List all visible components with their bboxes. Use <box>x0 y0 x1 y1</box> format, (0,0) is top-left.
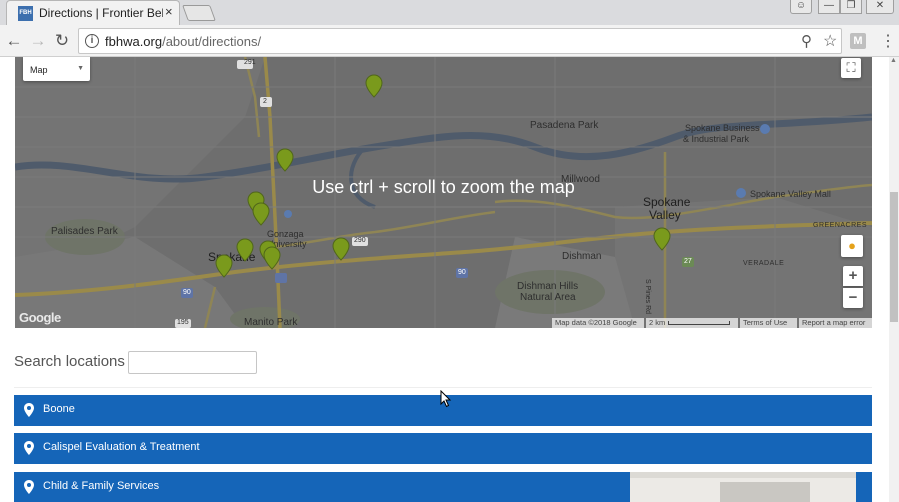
close-window-button[interactable]: ✕ <box>866 0 894 14</box>
tab-title: Directions | Frontier Behavioral Health <box>39 6 163 20</box>
map-scale-label: 2 km <box>649 318 666 327</box>
location-label: Boone <box>43 403 75 415</box>
divider <box>14 387 872 388</box>
url-path: /about/directions/ <box>162 34 262 49</box>
zoom-in-button[interactable]: + <box>843 266 863 286</box>
location-marker <box>276 148 294 172</box>
site-favicon-icon: FBH <box>18 6 33 21</box>
menu-dots-icon[interactable]: ⋮ <box>880 31 896 51</box>
browser-title-bar: FBH Directions | Frontier Behavioral Hea… <box>0 0 899 25</box>
search-locations-input[interactable] <box>128 351 257 374</box>
browser-tab[interactable]: FBH Directions | Frontier Behavioral Hea… <box>6 0 180 25</box>
location-marker <box>332 237 350 261</box>
map[interactable]: 291 2 290 90 90 27 195 Pasadena Park Spo… <box>15 57 872 328</box>
tab-close-icon[interactable]: × <box>165 4 173 19</box>
scroll-up-arrow-icon[interactable]: ▲ <box>890 57 897 64</box>
maximize-button[interactable]: ❐ <box>840 0 862 14</box>
chevron-down-icon: ▼ <box>77 65 84 72</box>
user-profile-icon[interactable]: ☺ <box>790 0 812 14</box>
map-type-label: Map <box>30 65 48 75</box>
search-icon[interactable]: ⚲ <box>801 32 812 50</box>
site-info-icon[interactable]: i <box>85 34 99 48</box>
page-scrollbar[interactable]: ▲ <box>889 57 899 502</box>
minimize-button[interactable]: — <box>818 0 840 14</box>
location-photo <box>630 472 856 502</box>
location-marker <box>653 227 671 251</box>
report-map-error-link[interactable]: Report a map error <box>799 318 872 328</box>
location-marker <box>252 202 270 226</box>
photo-ceiling <box>630 472 856 478</box>
forward-arrow-icon[interactable]: → <box>27 30 49 52</box>
map-pin-icon <box>24 441 34 455</box>
map-attribution: Map data ©2018 Google <box>552 318 644 328</box>
scale-bar <box>668 321 731 326</box>
address-bar[interactable]: i fbhwa.org/about/directions/ ⚲ ☆ <box>78 28 842 54</box>
map-pin-icon <box>24 480 34 494</box>
map-zoom-hint: Use ctrl + scroll to zoom the map <box>312 177 575 197</box>
scrollbar-thumb[interactable] <box>890 192 898 322</box>
location-item-calispel[interactable]: Calispel Evaluation & Treatment <box>14 433 872 464</box>
location-label: Child & Family Services <box>43 480 160 492</box>
location-marker <box>215 254 233 278</box>
terms-of-use-link[interactable]: Terms of Use <box>740 318 797 328</box>
map-scale[interactable]: 2 km <box>646 318 738 328</box>
url-domain: fbhwa.org <box>105 34 163 49</box>
bookmark-star-icon[interactable]: ☆ <box>823 31 837 51</box>
mouse-cursor-icon <box>440 390 452 408</box>
new-tab-button[interactable] <box>182 5 216 21</box>
reload-icon[interactable]: ↻ <box>51 30 73 52</box>
street-view-pegman-icon[interactable]: ● <box>841 235 863 257</box>
location-marker <box>365 74 383 98</box>
extension-icon[interactable]: M <box>850 33 866 49</box>
back-arrow-icon[interactable]: ← <box>3 30 25 52</box>
search-locations-label: Search locations <box>14 353 125 370</box>
map-pin-icon <box>24 403 34 417</box>
location-marker <box>263 246 281 270</box>
zoom-out-button[interactable]: − <box>843 288 863 308</box>
url-text[interactable]: fbhwa.org/about/directions/ <box>105 34 261 49</box>
location-item-child-family[interactable]: Child & Family Services <box>14 472 872 502</box>
photo-wall <box>720 482 810 502</box>
fullscreen-icon[interactable]: ⛶ <box>841 58 861 78</box>
browser-toolbar: ← → ↻ i fbhwa.org/about/directions/ ⚲ ☆ … <box>0 25 899 57</box>
map-type-select[interactable]: Map ▼ <box>23 57 90 81</box>
google-logo[interactable]: Google <box>19 310 61 325</box>
page-content: 291 2 290 90 90 27 195 Pasadena Park Spo… <box>0 57 899 502</box>
location-marker <box>236 238 254 262</box>
location-label: Calispel Evaluation & Treatment <box>43 441 200 453</box>
